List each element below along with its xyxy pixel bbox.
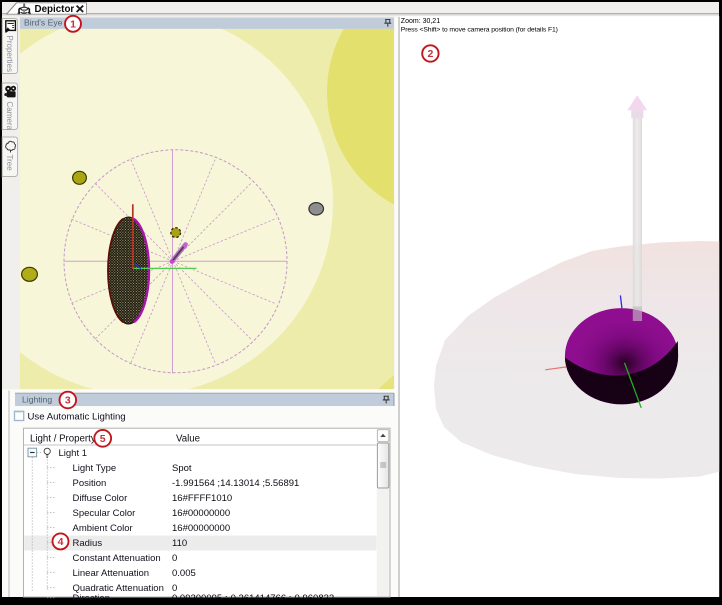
svg-text:Specular Color: Specular Color [73,508,136,519]
svg-text:Diffuse Color: Diffuse Color [73,493,128,504]
svg-text:0.005: 0.005 [172,568,196,579]
svg-text:Use Automatic Lighting: Use Automatic Lighting [28,411,126,422]
svg-text:Spot: Spot [172,463,192,474]
svg-text:2: 2 [427,48,433,60]
svg-text:Constant Attenuation: Constant Attenuation [73,553,161,564]
svg-text:16#00000000: 16#00000000 [172,508,230,519]
svg-text:Ambient Color: Ambient Color [73,523,133,534]
svg-text:Camera: Camera [5,102,14,131]
svg-text:Zoom: 30,21: Zoom: 30,21 [401,18,440,25]
svg-text:5: 5 [100,433,106,445]
svg-text:Press <Shift> to move camera p: Press <Shift> to move camera position (f… [401,26,558,33]
svg-text:Direction: Direction [73,593,111,600]
svg-text:Lighting: Lighting [22,395,52,405]
svg-text:0.09200095 ;-0.261414766 ;-0.9: 0.09200095 ;-0.261414766 ;-0.960832 [172,593,334,600]
svg-text:Depictor: Depictor [35,4,75,15]
svg-text:1: 1 [70,18,76,30]
svg-text:Linear Attenuation: Linear Attenuation [73,568,150,579]
svg-text:Light Type: Light Type [73,463,117,474]
svg-text:3: 3 [65,395,71,407]
svg-text:Position: Position [73,478,107,489]
svg-text:0: 0 [172,553,177,564]
svg-text:Properties: Properties [5,36,14,72]
svg-text:Value: Value [176,433,200,444]
svg-text:Radius: Radius [73,538,103,549]
svg-text:110: 110 [172,538,187,549]
svg-text:Light 1: Light 1 [59,448,88,459]
svg-text:Bird's Eye: Bird's Eye [24,18,63,28]
svg-text:16#00000000: 16#00000000 [172,523,230,534]
svg-text:16#FFFF1010: 16#FFFF1010 [172,493,232,504]
svg-text:Tree: Tree [5,155,14,172]
svg-text:-1.991564 ;14.13014 ;5.56891: -1.991564 ;14.13014 ;5.56891 [172,478,299,489]
svg-text:4: 4 [58,536,64,548]
svg-text:Light / Property: Light / Property [30,433,96,444]
